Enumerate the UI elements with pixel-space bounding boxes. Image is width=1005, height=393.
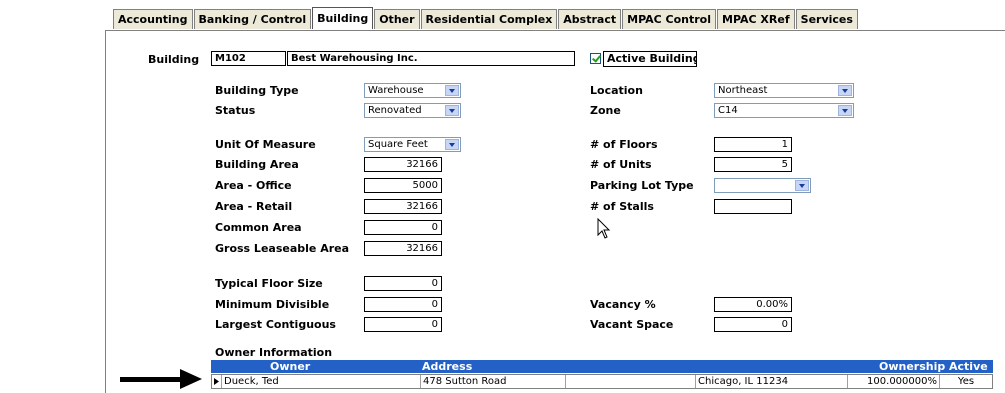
building-type-label: Building Type	[215, 84, 299, 97]
status-label: Status	[215, 104, 256, 117]
tab-panel-border-left	[105, 30, 106, 393]
vacant-space-label: Vacant Space	[590, 318, 674, 331]
minimum-divisible-field[interactable]: 0	[364, 297, 442, 312]
tab-accounting[interactable]: Accounting	[113, 9, 193, 29]
location-label: Location	[590, 84, 643, 97]
building-area-field[interactable]: 32166	[364, 157, 442, 172]
building-area-label: Building Area	[215, 158, 299, 171]
zone-value: C14	[718, 105, 738, 116]
col-header-ownership[interactable]: Ownership	[879, 360, 945, 373]
num-floors-label: # of Floors	[590, 138, 658, 151]
unit-of-measure-select[interactable]: Square Feet	[364, 137, 461, 152]
num-stalls-field[interactable]	[714, 199, 792, 214]
num-stalls-label: # of Stalls	[590, 200, 654, 213]
chevron-down-icon[interactable]	[838, 105, 852, 116]
building-name-field[interactable]: Best Warehousing Inc.	[287, 51, 575, 66]
zone-select[interactable]: C14	[714, 103, 854, 118]
address-cell[interactable]: 478 Sutton Road	[421, 375, 566, 388]
city-cell[interactable]: Chicago, IL 11234	[696, 375, 848, 388]
num-units-label: # of Units	[590, 158, 652, 171]
mouse-cursor-icon	[597, 218, 611, 239]
chevron-down-icon[interactable]	[445, 139, 459, 150]
area-office-label: Area - Office	[215, 179, 292, 192]
building-type-value: Warehouse	[368, 85, 424, 96]
col-header-owner[interactable]: Owner	[270, 360, 310, 373]
unit-of-measure-label: Unit Of Measure	[215, 138, 316, 151]
address2-cell[interactable]	[566, 375, 696, 388]
annotation-arrow-shaft	[120, 377, 182, 382]
tab-panel-border	[105, 30, 1005, 31]
num-units-field[interactable]: 5	[714, 157, 792, 172]
common-area-label: Common Area	[215, 221, 302, 234]
status-value: Renovated	[368, 105, 422, 116]
status-select[interactable]: Renovated	[364, 103, 461, 118]
tab-mpac-xref[interactable]: MPAC XRef	[717, 9, 795, 29]
owner-grid-header: Owner Address Ownership Active	[211, 360, 993, 373]
typical-floor-size-field[interactable]: 0	[364, 276, 442, 291]
ownership-cell[interactable]: 100.000000%	[848, 375, 940, 388]
building-label: Building	[148, 53, 200, 66]
owner-info-title: Owner Information	[215, 346, 333, 359]
col-header-active[interactable]: Active	[949, 360, 988, 373]
active-building-checkbox[interactable]	[590, 53, 601, 64]
unit-of-measure-value: Square Feet	[368, 139, 428, 150]
location-select[interactable]: Northeast	[714, 83, 854, 98]
common-area-field[interactable]: 0	[364, 220, 442, 235]
chevron-down-icon[interactable]	[795, 180, 809, 191]
typical-floor-size-label: Typical Floor Size	[215, 277, 323, 290]
vacancy-pct-label: Vacancy %	[590, 298, 656, 311]
tab-services[interactable]: Services	[795, 9, 858, 29]
parking-lot-type-select[interactable]	[714, 178, 811, 193]
area-retail-label: Area - Retail	[215, 200, 293, 213]
vacancy-pct-field[interactable]: 0.00%	[714, 297, 792, 312]
active-cell[interactable]: Yes	[940, 375, 992, 388]
area-office-field[interactable]: 5000	[364, 178, 442, 193]
largest-contiguous-label: Largest Contiguous	[215, 318, 336, 331]
chevron-down-icon[interactable]	[445, 105, 459, 116]
building-type-select[interactable]: Warehouse	[364, 83, 461, 98]
largest-contiguous-field[interactable]: 0	[364, 317, 442, 332]
zone-label: Zone	[590, 104, 621, 117]
parking-lot-type-label: Parking Lot Type	[590, 179, 694, 192]
building-code-field[interactable]: M102	[211, 51, 286, 66]
gross-leaseable-area-field[interactable]: 32166	[364, 241, 442, 256]
num-floors-field[interactable]: 1	[714, 137, 792, 152]
tab-other[interactable]: Other	[374, 9, 420, 29]
row-selector-icon[interactable]	[212, 375, 222, 388]
tab-building[interactable]: Building	[312, 7, 374, 29]
tab-bar: Accounting Banking / Control Building Ot…	[113, 7, 859, 30]
annotation-arrow-icon	[180, 369, 202, 389]
chevron-down-icon[interactable]	[838, 85, 852, 96]
table-row[interactable]: Dueck, Ted 478 Sutton Road Chicago, IL 1…	[211, 374, 993, 389]
chevron-down-icon[interactable]	[445, 85, 459, 96]
gross-leaseable-area-label: Gross Leaseable Area	[215, 242, 350, 255]
vacant-space-field[interactable]: 0	[714, 317, 792, 332]
tab-mpac-control[interactable]: MPAC Control	[622, 9, 717, 29]
area-retail-field[interactable]: 32166	[364, 199, 442, 214]
location-value: Northeast	[718, 85, 768, 96]
owner-cell[interactable]: Dueck, Ted	[222, 375, 421, 388]
tab-banking-control[interactable]: Banking / Control	[193, 9, 312, 29]
tab-residential-complex[interactable]: Residential Complex	[420, 9, 558, 29]
active-building-label[interactable]: Active Building	[603, 51, 697, 67]
tab-abstract[interactable]: Abstract	[558, 9, 622, 29]
minimum-divisible-label: Minimum Divisible	[215, 298, 330, 311]
col-header-address[interactable]: Address	[422, 360, 472, 373]
